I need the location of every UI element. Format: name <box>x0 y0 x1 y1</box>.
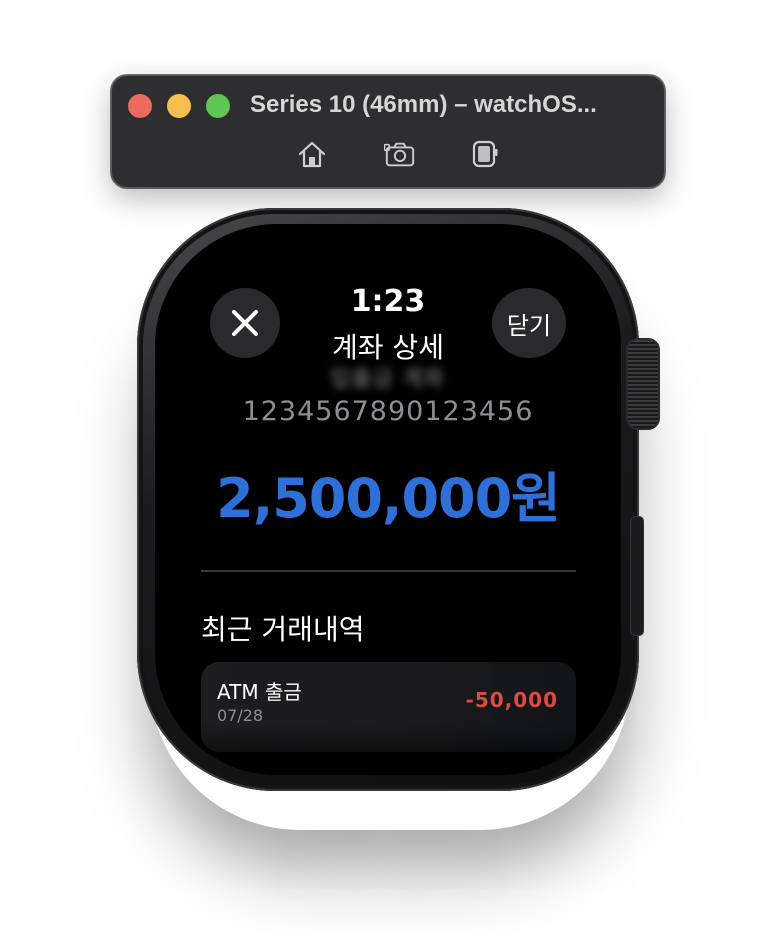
screenshot-button[interactable] <box>382 138 418 170</box>
divider <box>201 570 576 572</box>
window-title: Series 10 (46mm) – watchOS... <box>250 91 597 118</box>
rotate-icon <box>472 140 498 168</box>
window-zoom-button[interactable] <box>206 94 230 118</box>
watch-screen: 입출금 계좌 1:23 계좌 상세 닫기 1234567890123456 2,… <box>155 224 621 775</box>
account-balance: 2,500,000원 <box>216 467 561 530</box>
dismiss-button[interactable]: 닫기 <box>492 288 566 358</box>
screenshot-icon <box>384 142 415 167</box>
transaction-amount: -50,000 <box>465 688 558 712</box>
home-icon <box>298 141 326 168</box>
home-button[interactable] <box>294 138 330 170</box>
scroll-fade <box>155 724 621 775</box>
transaction-date: 07/28 <box>217 706 264 725</box>
recent-transactions-title: 최근 거래내역 <box>201 613 365 646</box>
digital-crown[interactable] <box>626 338 660 430</box>
side-button[interactable] <box>630 516 644 636</box>
simulator-stage: Series 10 (46mm) – watchOS... 입출금 계좌 1:2… <box>0 0 776 940</box>
simulator-window-toolbar: Series 10 (46mm) – watchOS... <box>111 75 665 188</box>
window-close-button[interactable] <box>128 94 152 118</box>
account-number: 1234567890123456 <box>242 396 534 427</box>
window-controls <box>128 94 230 118</box>
transaction-name: ATM 출금 <box>217 680 302 704</box>
window-minimize-button[interactable] <box>167 94 191 118</box>
rotate-button[interactable] <box>467 138 503 170</box>
